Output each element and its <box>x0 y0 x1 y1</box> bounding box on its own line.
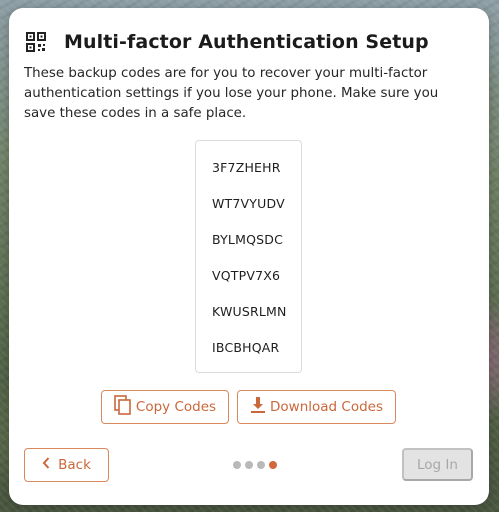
step-dot <box>245 461 253 469</box>
step-dot-active <box>269 461 277 469</box>
backup-code: 3F7ZHEHR <box>212 160 281 175</box>
step-dot <box>257 461 265 469</box>
dialog-description: These backup codes are for you to recove… <box>24 66 439 121</box>
dialog-header: Multi-factor Authentication Setup <box>26 27 429 57</box>
mfa-setup-dialog: Multi-factor Authentication Setup These … <box>9 8 489 505</box>
copy-codes-button[interactable]: Copy Codes <box>101 390 229 424</box>
copy-icon <box>114 395 132 419</box>
backup-code: BYLMQSDC <box>212 232 284 247</box>
download-codes-label: Download Codes <box>270 399 383 415</box>
qr-code-icon <box>26 32 46 52</box>
chevron-left-icon <box>42 457 50 473</box>
backup-code: WT7VYUDV <box>212 196 285 211</box>
backup-code: KWUSRLMN <box>212 304 287 319</box>
copy-codes-label: Copy Codes <box>135 399 217 415</box>
back-label: Back <box>58 457 91 473</box>
back-button[interactable]: Back <box>24 448 109 482</box>
download-codes-button[interactable]: Download Codes <box>237 390 396 424</box>
dialog-title: Multi-factor Authentication Setup <box>64 31 429 53</box>
step-dot <box>233 461 241 469</box>
backup-code: IBCBHQAR <box>212 340 280 355</box>
backup-code: VQTPV7X6 <box>212 268 281 283</box>
backup-codes-list: 3F7ZHEHR WT7VYUDV BYLMQSDC VQTPV7X6 KWUS… <box>195 140 302 373</box>
login-button[interactable]: Log In <box>402 448 473 481</box>
step-indicator <box>233 461 277 469</box>
download-icon <box>250 396 266 418</box>
